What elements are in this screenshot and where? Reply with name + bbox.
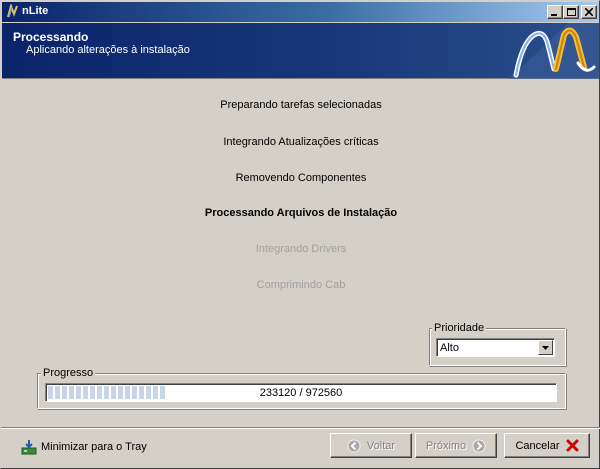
minimize-to-tray-button[interactable]: Minimizar para o Tray: [21, 438, 147, 456]
close-icon: [566, 439, 579, 452]
next-label: Próximo: [425, 439, 467, 452]
footer-divider: [1, 427, 600, 429]
progress-label: Progresso: [41, 367, 96, 379]
nlite-logo-icon: [508, 23, 599, 79]
close-button[interactable]: [581, 5, 597, 19]
back-button[interactable]: Voltar: [330, 433, 412, 458]
step-compress-cab: Comprimindo Cab: [256, 279, 346, 291]
page-title: Processando: [13, 30, 89, 44]
priority-label: Prioridade: [432, 322, 487, 334]
priority-value: Alto: [440, 342, 459, 354]
cancel-button[interactable]: Cancelar: [504, 433, 590, 458]
cancel-label: Cancelar: [515, 439, 560, 452]
progress-bar: 233120 / 972560: [45, 383, 557, 402]
progress-text: 233120 / 972560: [259, 387, 343, 399]
nlite-window: nLite Processando Aplicando alterações à…: [0, 0, 600, 469]
priority-select[interactable]: Alto: [436, 338, 555, 357]
tray-icon: [21, 440, 37, 455]
minimize-icon: [551, 14, 557, 16]
arrow-left-icon: [347, 439, 361, 452]
step-hotfixes: Integrando Atualizações críticas: [223, 136, 379, 148]
title-bar[interactable]: nLite: [2, 2, 599, 22]
step-prepare: Preparando tarefas selecionadas: [220, 99, 382, 111]
priority-dropdown-button[interactable]: [538, 340, 553, 355]
page-subtitle: Aplicando alterações à instalação: [26, 44, 190, 56]
nlite-logo-icon: [7, 4, 18, 18]
step-process-files: Processando Arquivos de Instalação: [204, 207, 398, 219]
maximize-button[interactable]: [563, 5, 579, 19]
close-icon: [585, 8, 593, 16]
back-label: Voltar: [366, 439, 396, 452]
chevron-down-icon: [542, 346, 549, 350]
arrow-right-icon: [472, 439, 486, 452]
minimize-button[interactable]: [547, 5, 563, 19]
tray-label: Minimizar para o Tray: [41, 441, 147, 453]
step-remove-components: Removendo Componentes: [235, 172, 367, 184]
step-drivers: Integrando Drivers: [255, 243, 347, 255]
window-title: nLite: [22, 5, 49, 17]
next-button[interactable]: Próximo: [415, 433, 497, 458]
maximize-icon: [567, 8, 576, 16]
wizard-header: Processando Aplicando alterações à insta…: [2, 23, 599, 79]
